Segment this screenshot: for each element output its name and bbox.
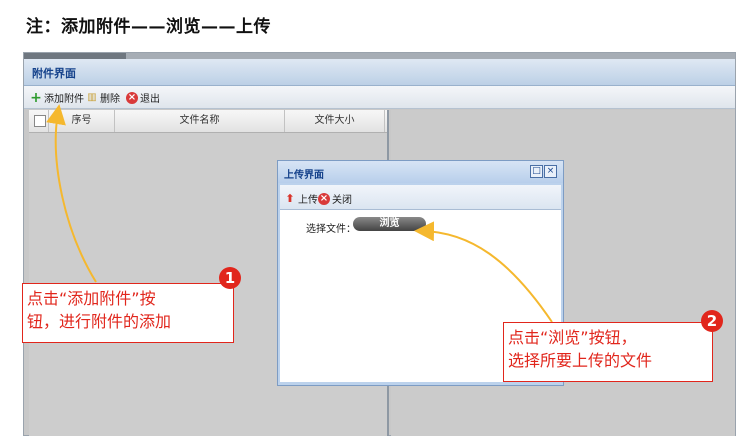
callout-add-attachment: 点击“添加附件”按 钮，进行附件的添加 (22, 283, 234, 343)
callout-2-line1: 点击“浏览”按钮， (508, 328, 637, 347)
step-badge-2: 2 (701, 310, 723, 332)
arrow-to-browse (414, 221, 553, 323)
callout-1-line1: 点击“添加附件”按 (27, 289, 156, 308)
callout-browse: 点击“浏览”按钮， 选择所要上传的文件 (503, 322, 713, 382)
step-badge-1: 1 (219, 267, 241, 289)
callout-1-line2: 钮，进行附件的添加 (27, 312, 172, 331)
callout-2-line2: 选择所要上传的文件 (508, 351, 653, 370)
arrow-to-add-attachment (46, 104, 97, 283)
